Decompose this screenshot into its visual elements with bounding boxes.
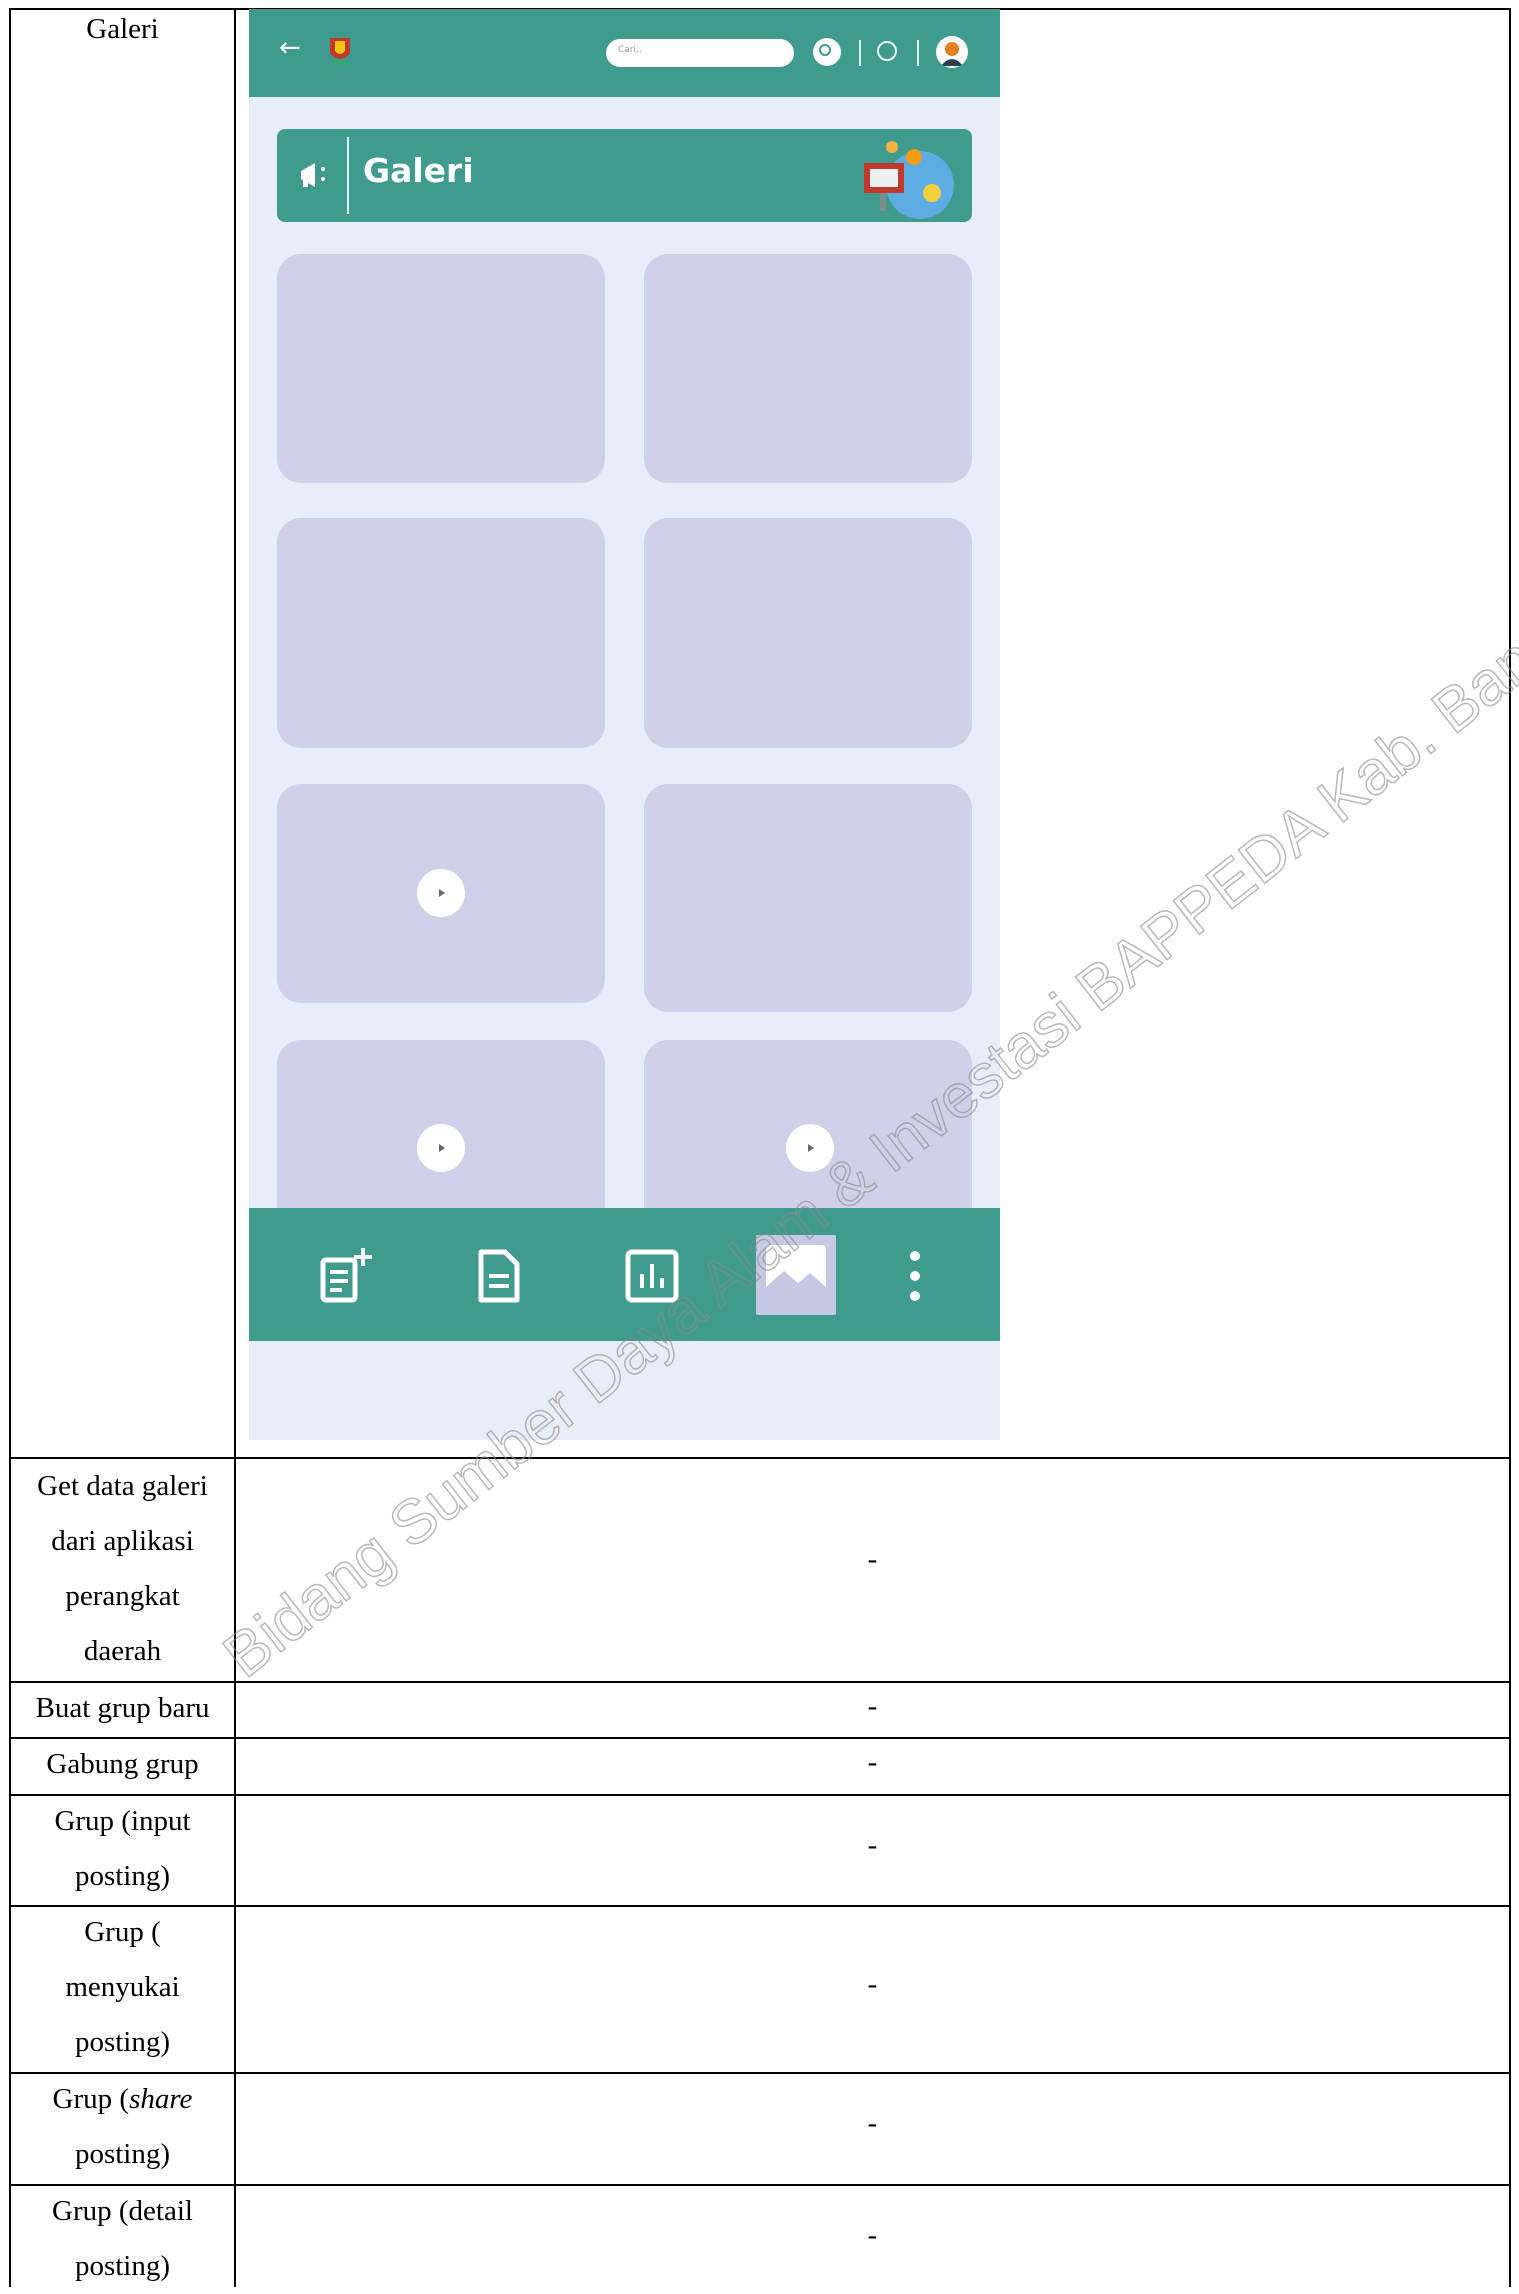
row-value: - bbox=[867, 2219, 878, 2251]
label-italic: share bbox=[129, 2083, 193, 2115]
row-value: - bbox=[867, 2107, 878, 2139]
row-value: - bbox=[867, 1746, 878, 1778]
gallery-tile[interactable] bbox=[277, 254, 605, 483]
label-line: daerah bbox=[83, 1635, 162, 1667]
avatar[interactable] bbox=[936, 36, 968, 68]
label-line: Grup ( bbox=[84, 1916, 161, 1948]
row-value: - bbox=[867, 1829, 878, 1861]
gallery-tile[interactable] bbox=[277, 784, 605, 1003]
label-line: Galeri bbox=[86, 13, 159, 45]
label-line: posting) bbox=[74, 1860, 171, 1892]
row-value: - bbox=[867, 1690, 878, 1722]
label-line: dari aplikasi bbox=[51, 1525, 194, 1557]
row-label: Buat grup baru bbox=[11, 1681, 234, 1736]
label-line: Grup (detail bbox=[52, 2195, 193, 2227]
gallery-tile[interactable] bbox=[277, 518, 605, 748]
row-label: Grup (detail posting) bbox=[11, 2184, 234, 2294]
search-placeholder: Cari.. bbox=[618, 45, 642, 55]
label-text: Grup ( bbox=[52, 2083, 130, 2115]
page-title: Galeri bbox=[363, 151, 474, 190]
row-label: Grup (input posting) bbox=[11, 1794, 234, 1904]
search-input[interactable]: Cari.. bbox=[606, 39, 794, 67]
row-label: Grup (share posting) bbox=[11, 2072, 234, 2182]
gallery-tile[interactable] bbox=[644, 254, 972, 483]
label-line: posting) bbox=[74, 2250, 171, 2282]
row-label: Gabung grup bbox=[11, 1737, 234, 1792]
label-line: Grup (input bbox=[54, 1805, 191, 1837]
gallery-icon[interactable] bbox=[756, 1235, 836, 1315]
banner-divider bbox=[347, 137, 349, 214]
label-line: perangkat bbox=[65, 1580, 180, 1612]
label-line: menyukai bbox=[65, 1971, 180, 2003]
search-icon[interactable] bbox=[813, 38, 841, 66]
app-header: ← Cari.. bbox=[249, 9, 1000, 97]
megaphone-icon bbox=[301, 163, 325, 187]
play-icon[interactable] bbox=[417, 1124, 465, 1172]
table-column-divider bbox=[234, 9, 236, 2287]
play-icon[interactable] bbox=[417, 869, 465, 917]
divider bbox=[917, 40, 919, 66]
row-label: Get data galeri dari aplikasi perangkat … bbox=[11, 1459, 234, 1679]
label-line: Grup (share bbox=[11, 2072, 234, 2127]
label-line: Buat grup baru bbox=[35, 1692, 210, 1724]
label-line: Get data galeri bbox=[37, 1470, 208, 1502]
page-banner: Galeri bbox=[277, 129, 972, 222]
label-line: Gabung grup bbox=[46, 1748, 199, 1780]
regency-logo bbox=[330, 38, 350, 65]
gallery-tile[interactable] bbox=[644, 784, 972, 1012]
gallery-tile[interactable] bbox=[644, 518, 972, 748]
row-value: - bbox=[867, 1543, 878, 1575]
chart-icon[interactable] bbox=[622, 1246, 682, 1306]
row-label: Galeri bbox=[11, 2, 234, 57]
bottom-navigation bbox=[249, 1208, 1000, 1341]
row-value: - bbox=[867, 1968, 878, 2000]
banner-illustration bbox=[864, 141, 954, 219]
table-border-right bbox=[1509, 9, 1511, 2287]
document-icon[interactable] bbox=[469, 1246, 529, 1306]
play-icon[interactable] bbox=[786, 1124, 834, 1172]
arrow-left-icon[interactable]: ← bbox=[279, 33, 301, 63]
phone-screenshot: ← Cari.. Galeri bbox=[249, 9, 1000, 1440]
more-vertical-icon[interactable] bbox=[885, 1246, 945, 1306]
chat-icon[interactable] bbox=[877, 41, 897, 61]
avatar-icon bbox=[941, 42, 963, 66]
label-line: posting) bbox=[74, 2138, 171, 2170]
add-post-icon[interactable] bbox=[317, 1246, 377, 1306]
label-line: posting) bbox=[74, 2026, 171, 2058]
divider bbox=[859, 40, 861, 66]
row-label: Grup ( menyukai posting) bbox=[11, 1905, 234, 2070]
gallery-glyph bbox=[766, 1245, 826, 1305]
